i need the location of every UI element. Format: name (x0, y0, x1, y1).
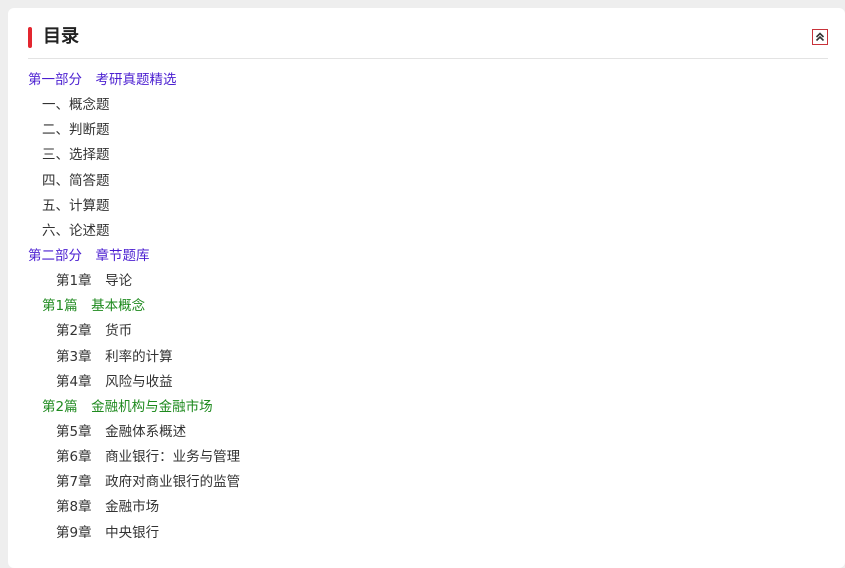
title-accent-bar (28, 27, 32, 48)
toc-item-sec[interactable]: 四、简答题 (28, 169, 828, 194)
toc-item-label[interactable]: 第5章 金融体系概述 (56, 424, 186, 440)
toc-item-chap[interactable]: 第2章 货币 (28, 319, 828, 344)
double-chevron-up-icon (815, 32, 825, 42)
toc-item-chap[interactable]: 第9章 中央银行 (28, 521, 828, 546)
toc-item-label[interactable]: 第8章 金融市场 (56, 499, 159, 515)
toc-item-label[interactable]: 第1章 导论 (56, 273, 132, 289)
toc-item-chap[interactable]: 第4章 风险与收益 (28, 370, 828, 395)
toc-item-label[interactable]: 第二部分 章节题库 (28, 248, 150, 264)
toc-item-label[interactable]: 第9章 中央银行 (56, 525, 159, 541)
toc-item-label[interactable]: 第2章 货币 (56, 323, 132, 339)
toc-item-chap[interactable]: 第3章 利率的计算 (28, 345, 828, 370)
toc-list: 第一部分 考研真题精选一、概念题二、判断题三、选择题四、简答题五、计算题六、论述… (28, 68, 828, 546)
toc-item-chap[interactable]: 第6章 商业银行：业务与管理 (28, 445, 828, 470)
toc-item-sec[interactable]: 三、选择题 (28, 143, 828, 168)
toc-item-label[interactable]: 第7章 政府对商业银行的监管 (56, 474, 240, 490)
toc-item-part[interactable]: 第二部分 章节题库 (28, 244, 828, 269)
toc-item-label[interactable]: 二、判断题 (42, 122, 110, 138)
toc-item-sec[interactable]: 六、论述题 (28, 219, 828, 244)
toc-item-label[interactable]: 五、计算题 (42, 198, 110, 214)
toc-item-label[interactable]: 三、选择题 (42, 147, 110, 163)
toc-item-chap[interactable]: 第7章 政府对商业银行的监管 (28, 470, 828, 495)
page-title: 目录 (43, 26, 79, 47)
toc-item-label[interactable]: 第3章 利率的计算 (56, 349, 173, 365)
toc-item-label[interactable]: 第6章 商业银行：业务与管理 (56, 449, 240, 465)
toc-item-label[interactable]: 第一部分 考研真题精选 (28, 72, 177, 88)
toc-item-sec[interactable]: 一、概念题 (28, 93, 828, 118)
toc-item-pian[interactable]: 第2篇 金融机构与金融市场 (28, 395, 828, 420)
toc-item-label[interactable]: 一、概念题 (42, 97, 110, 113)
toc-item-label[interactable]: 第2篇 金融机构与金融市场 (42, 399, 213, 415)
toc-panel: 目录 第一部分 考研真题精选一、概念题二、判断题三、选择题四、简答题五、计算题六… (8, 8, 845, 568)
toc-item-label[interactable]: 第4章 风险与收益 (56, 374, 173, 390)
toc-item-label[interactable]: 四、简答题 (42, 173, 110, 189)
toc-item-pian[interactable]: 第1篇 基本概念 (28, 294, 828, 319)
toc-item-part[interactable]: 第一部分 考研真题精选 (28, 68, 828, 93)
toc-item-sec[interactable]: 五、计算题 (28, 194, 828, 219)
toc-item-label[interactable]: 第1篇 基本概念 (42, 298, 145, 314)
toc-item-chap[interactable]: 第8章 金融市场 (28, 495, 828, 520)
toc-item-label[interactable]: 六、论述题 (42, 223, 110, 239)
toc-header: 目录 (28, 26, 828, 59)
toc-item-chap[interactable]: 第1章 导论 (28, 269, 828, 294)
toc-item-chap[interactable]: 第5章 金融体系概述 (28, 420, 828, 445)
collapse-button[interactable] (812, 29, 828, 45)
toc-item-sec[interactable]: 二、判断题 (28, 118, 828, 143)
